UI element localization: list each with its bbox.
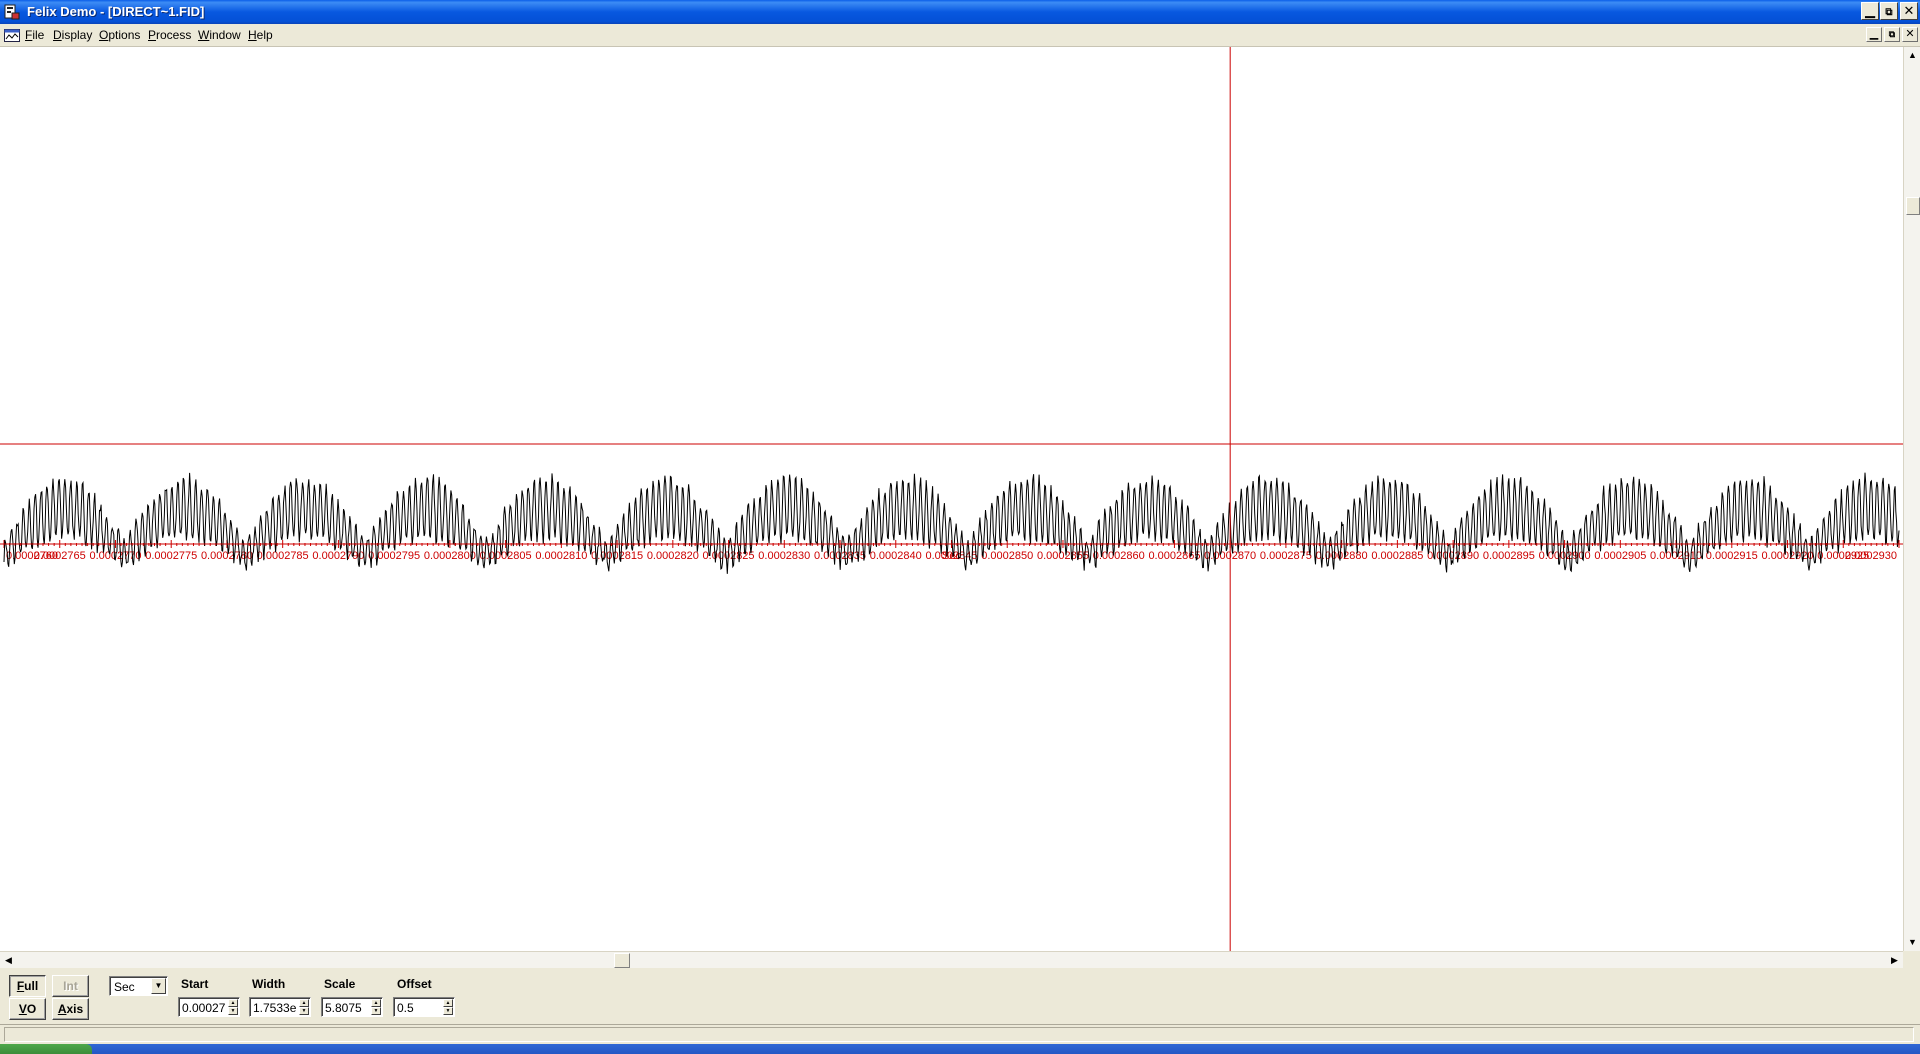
menu-display[interactable]: Display xyxy=(51,27,94,43)
display-control-panel: Full Int VO Axis Sec ▼ Start Width Scale… xyxy=(0,968,1920,1024)
tick-label: 0.0002905 xyxy=(1594,550,1646,562)
tick-label: 0.0002860 xyxy=(1093,550,1145,562)
tick-label: 0.0002885 xyxy=(1371,550,1423,562)
tick-label: 0.0002765 xyxy=(34,550,86,562)
tick-label: 0.0002840 xyxy=(870,550,922,562)
arrow-right-icon[interactable]: ▶ xyxy=(1886,952,1903,969)
tick-label: 0.0002895 xyxy=(1483,550,1535,562)
spectrum-plot[interactable]: 0.0002760 0.0002765 0.0002770 0.0002775 0.00… xyxy=(0,47,1903,951)
offset-field[interactable]: 0.5 ▲ ▼ xyxy=(393,997,455,1017)
horizontal-scrollbar[interactable]: ◀ ▶ xyxy=(0,951,1903,969)
title-bar[interactable]: Felix Demo - [DIRECT~1.FID] ▁ ⧉ ✕ xyxy=(0,0,1920,24)
units-value: Sec xyxy=(114,980,135,994)
arrow-down-icon[interactable]: ▼ xyxy=(228,1007,238,1015)
tick-label: 0.0002880 xyxy=(1316,550,1368,562)
tick-label: 0.0002920 xyxy=(1762,550,1814,562)
minimize-icon: ▁ xyxy=(1869,28,1879,40)
mdi-restore-button[interactable]: ⧉ xyxy=(1884,27,1900,42)
restore-icon: ⧉ xyxy=(1885,7,1893,18)
menu-help[interactable]: Help xyxy=(246,27,275,43)
arrow-up-icon[interactable]: ▲ xyxy=(299,999,309,1007)
arrow-down-icon[interactable]: ▼ xyxy=(371,1007,381,1015)
status-bar xyxy=(0,1024,1920,1045)
vertical-scroll-thumb[interactable] xyxy=(1906,197,1920,215)
menu-bar: File Display Options Process Window Help… xyxy=(0,24,1920,47)
tick-label: 0.0002830 xyxy=(758,550,810,562)
scale-label: Scale xyxy=(324,977,356,991)
tick-label: 0.0002850 xyxy=(981,550,1033,562)
start-button[interactable] xyxy=(0,1044,92,1054)
arrow-up-icon[interactable]: ▲ xyxy=(1904,47,1920,64)
tick-label: 0.0002790 xyxy=(312,550,364,562)
axis-tick-labels: 0.00027600.0002765 0.0002770 0.0002775 0.00… xyxy=(6,550,1897,562)
status-pane xyxy=(4,1027,1914,1042)
start-value[interactable]: 0.00027 xyxy=(182,1001,228,1015)
mdi-close-button[interactable]: ✕ xyxy=(1902,27,1918,42)
offset-value[interactable]: 0.5 xyxy=(397,1001,443,1015)
fid-plot-svg[interactable]: 0.00027600.0002765 0.0002770 0.0002775 0.00… xyxy=(0,47,1903,951)
felix-app-icon xyxy=(4,4,20,20)
arrow-up-icon[interactable]: ▲ xyxy=(371,999,381,1007)
int-button[interactable]: Int xyxy=(52,975,89,997)
close-button[interactable]: ✕ xyxy=(1900,2,1918,20)
scale-value[interactable]: 5.8075 xyxy=(325,1001,371,1015)
tick-label: 0.0002930 xyxy=(1845,550,1897,562)
units-dropdown[interactable]: Sec ▼ xyxy=(109,976,168,996)
width-value[interactable]: 1.7533e xyxy=(253,1001,299,1015)
tick-label: 0.0002775 xyxy=(145,550,197,562)
menu-process[interactable]: Process xyxy=(146,27,193,43)
tick-label: 0.0002810 xyxy=(535,550,587,562)
menu-window[interactable]: Window xyxy=(196,27,243,43)
axis-button[interactable]: Axis xyxy=(52,998,89,1020)
minimize-button[interactable]: ▁ xyxy=(1861,2,1879,20)
tick-label: 0.0002915 xyxy=(1706,550,1758,562)
tick-label: 0.0002815 xyxy=(591,550,643,562)
taskbar xyxy=(0,1044,1920,1054)
width-label: Width xyxy=(252,977,286,991)
arrow-left-icon[interactable]: ◀ xyxy=(0,952,17,969)
offset-label: Offset xyxy=(397,977,432,991)
start-label: Start xyxy=(181,977,209,991)
menu-file[interactable]: File xyxy=(23,27,46,43)
full-button[interactable]: Full xyxy=(9,975,46,997)
scale-field[interactable]: 5.8075 ▲ ▼ xyxy=(321,997,383,1017)
arrow-down-icon[interactable]: ▼ xyxy=(299,1007,309,1015)
document-icon[interactable] xyxy=(4,28,20,42)
start-field[interactable]: 0.00027 ▲ ▼ xyxy=(178,997,240,1017)
vo-button[interactable]: VO xyxy=(9,998,46,1020)
arrow-up-icon[interactable]: ▲ xyxy=(228,999,238,1007)
tick-label: 0.0002865 xyxy=(1148,550,1200,562)
chevron-down-icon[interactable]: ▼ xyxy=(151,978,166,994)
arrow-up-icon[interactable]: ▲ xyxy=(443,999,453,1007)
tick-label: 0.0002855 xyxy=(1037,550,1089,562)
close-icon: ✕ xyxy=(1903,3,1915,18)
tick-label: 0.0002805 xyxy=(480,550,532,562)
close-icon: ✕ xyxy=(1905,28,1915,40)
vertical-scrollbar[interactable]: ▲ ▼ xyxy=(1903,47,1920,951)
restore-button[interactable]: ⧉ xyxy=(1880,2,1898,20)
tick-label: 0.0002800 xyxy=(424,550,476,562)
mdi-minimize-button[interactable]: ▁ xyxy=(1866,27,1882,42)
scroll-corner xyxy=(1903,951,1920,968)
horizontal-scroll-thumb[interactable] xyxy=(614,953,630,968)
tick-label: 0.0002820 xyxy=(647,550,699,562)
arrow-down-icon[interactable]: ▼ xyxy=(1904,934,1920,951)
minimize-icon: ▁ xyxy=(1865,3,1875,18)
menu-options[interactable]: Options xyxy=(97,27,142,43)
width-field[interactable]: 1.7533e ▲ ▼ xyxy=(249,997,311,1017)
window-title: Felix Demo - [DIRECT~1.FID] xyxy=(27,4,205,19)
restore-icon: ⧉ xyxy=(1888,29,1896,39)
arrow-down-icon[interactable]: ▼ xyxy=(443,1007,453,1015)
